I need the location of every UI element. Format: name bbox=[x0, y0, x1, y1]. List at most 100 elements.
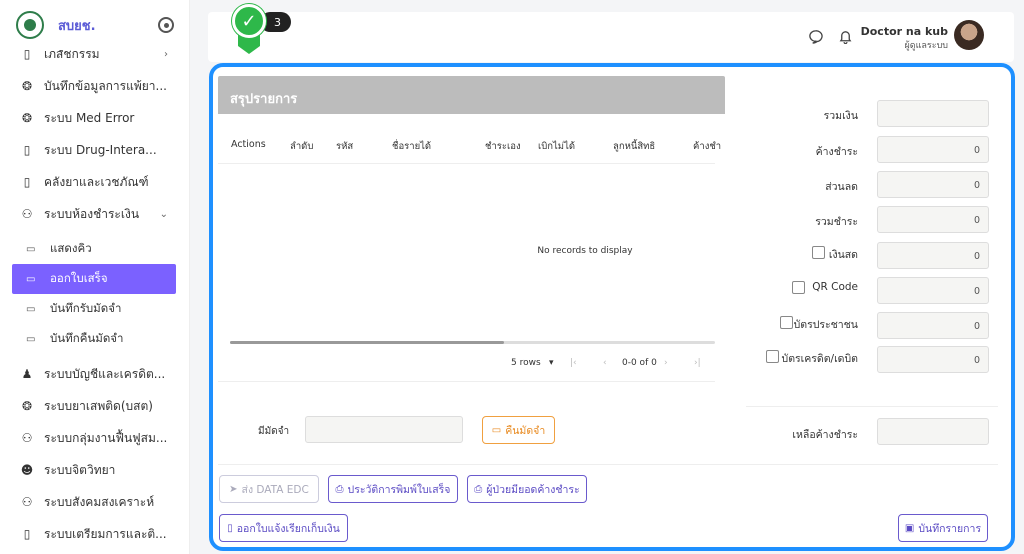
sidebar-subitem-issue-receipt[interactable]: ▭ ออกใบเสร็จ bbox=[12, 264, 176, 294]
deposit-label: มีมัดจำ bbox=[258, 426, 290, 437]
column-header[interactable]: รหัส bbox=[336, 139, 353, 154]
credit-field[interactable]: 0 bbox=[877, 346, 989, 373]
sidebar-subitem-label: แสดงคิว bbox=[50, 241, 92, 255]
sidebar-subitem-deposit-receive[interactable]: ▭ บันทึกรับมัดจำ bbox=[0, 294, 189, 324]
cash-field[interactable]: 0 bbox=[877, 242, 989, 269]
rows-per-page-select[interactable]: 5 rows bbox=[511, 358, 541, 368]
print-history-button[interactable]: ⎙ ประวัติการพิมพ์ใบเสร็จ bbox=[328, 475, 458, 503]
sidebar-menu: ▯ เภสัชกรรม › ❂ บันทึกข้อมูลการแพ้ยา... … bbox=[0, 38, 189, 550]
sidebar-subitem-deposit-return[interactable]: ▭ บันทึกคืนมัดจำ bbox=[0, 324, 189, 354]
brand-name: สบยช. bbox=[58, 18, 96, 34]
people-icon: ⚇ bbox=[21, 207, 33, 221]
remaining-label: เหลือค้างชำระ bbox=[792, 429, 858, 441]
remaining-field[interactable] bbox=[877, 418, 989, 445]
deposit-input[interactable] bbox=[305, 416, 463, 443]
sidebar-item-label: บันทึกข้อมูลการแพ้ยา... bbox=[44, 78, 167, 93]
column-header[interactable]: Actions bbox=[231, 139, 266, 150]
check-icon: ✓ bbox=[232, 4, 266, 38]
sidebar-item-psychology[interactable]: ☻ ระบบจิตวิทยา bbox=[0, 454, 189, 486]
document-icon: ▯ bbox=[227, 522, 233, 534]
idcard-field[interactable]: 0 bbox=[877, 312, 989, 339]
table-header: Actions ลำดับ รหัส ชื่อรายได้ ชำระเอง เบ… bbox=[218, 126, 721, 164]
total-paid-label: รวมชำระ bbox=[815, 216, 858, 228]
column-header[interactable]: ชำระเอง bbox=[485, 139, 521, 154]
head-icon: ☻ bbox=[20, 463, 34, 477]
next-page-icon[interactable]: › bbox=[664, 358, 668, 368]
sidebar-subitem-queue[interactable]: ▭ แสดงคิว bbox=[0, 234, 189, 264]
sidebar-item-social-work[interactable]: ⚇ ระบบสังคมสงเคราะห์ bbox=[0, 486, 189, 518]
hand-icon: ❂ bbox=[21, 79, 33, 93]
printer-icon: ⎙ bbox=[335, 483, 344, 495]
qr-field[interactable]: 0 bbox=[877, 277, 989, 304]
total-field[interactable] bbox=[877, 100, 989, 127]
sidebar-item-label: ระบบกลุ่มงานฟื้นฟูสม... bbox=[44, 430, 168, 445]
phone-icon: ▯ bbox=[23, 175, 31, 189]
caret-down-icon[interactable]: ▾ bbox=[549, 358, 554, 368]
phone-icon: ▯ bbox=[23, 143, 31, 157]
cash-label: เงินสด bbox=[828, 249, 858, 261]
divider bbox=[746, 406, 998, 407]
user-role: ผู้ดูแลระบบ bbox=[904, 41, 948, 51]
cash-checkbox[interactable] bbox=[812, 246, 825, 259]
first-page-icon[interactable]: |‹ bbox=[570, 358, 577, 368]
column-header[interactable]: ค้างชำ bbox=[693, 139, 721, 154]
credit-label: บัตรเครดิต/เดบิต bbox=[781, 353, 858, 365]
bell-icon[interactable] bbox=[837, 28, 853, 44]
monitor-icon: ▭ bbox=[26, 303, 36, 315]
avatar[interactable] bbox=[954, 20, 984, 50]
send-edc-button[interactable]: ➤ ส่ง DATA EDC bbox=[219, 475, 319, 503]
save-icon: ▣ bbox=[904, 522, 915, 534]
column-header[interactable]: เบิกไม่ได้ bbox=[538, 139, 575, 154]
sidebar-item-label: ระบบ Med Error bbox=[44, 110, 135, 125]
sidebar-item-med-error[interactable]: ❂ ระบบ Med Error bbox=[0, 102, 189, 134]
last-page-icon[interactable]: ›| bbox=[694, 358, 701, 368]
sidebar-item-inventory[interactable]: ▯ คลังยาและเวชภัณฑ์ bbox=[0, 166, 189, 198]
sidebar-item-rehab[interactable]: ⚇ ระบบกลุ่มงานฟื้นฟูสม... bbox=[0, 422, 189, 454]
total-paid-field[interactable]: 0 bbox=[877, 206, 989, 233]
outstanding-label: ค้างชำระ bbox=[815, 146, 858, 158]
sidebar-item-label: ระบบจิตวิทยา bbox=[44, 462, 116, 477]
qr-checkbox[interactable] bbox=[792, 281, 805, 294]
button-label: ผู้ป่วยมียอดค้างชำระ bbox=[486, 483, 580, 496]
column-header[interactable]: ลำดับ bbox=[290, 139, 313, 154]
sidebar-item-label: ระบบห้องชำระเงิน bbox=[44, 206, 140, 221]
sidebar: ▯ เภสัชกรรม › ❂ บันทึกข้อมูลการแพ้ยา... … bbox=[0, 0, 190, 554]
button-label: คืนมัดจำ bbox=[505, 424, 546, 437]
sidebar-item-cashier[interactable]: ⚇ ระบบห้องชำระเงิน ⌄ bbox=[0, 198, 189, 230]
sidebar-item-narcotics[interactable]: ❂ ระบบยาเสพติด(บสต) bbox=[0, 390, 189, 422]
sidebar-item-preparation[interactable]: ▯ ระบบเตรียมการและติ... bbox=[0, 518, 189, 550]
page-range: 0-0 of 0 bbox=[622, 358, 657, 368]
people-icon: ⚇ bbox=[21, 495, 33, 509]
send-icon: ➤ bbox=[229, 483, 238, 495]
return-deposit-button[interactable]: ▭ คืนมัดจำ bbox=[482, 416, 555, 444]
settings-icon[interactable] bbox=[158, 17, 174, 33]
discount-label: ส่วนลด bbox=[825, 181, 858, 193]
prev-page-icon[interactable]: ‹ bbox=[603, 358, 607, 368]
sidebar-item-accounting[interactable]: ♟ ระบบบัญชีและเครดิต... bbox=[0, 358, 189, 390]
sidebar-item-drug-interaction[interactable]: ▯ ระบบ Drug-Intera... bbox=[0, 134, 189, 166]
column-header[interactable]: ชื่อรายได้ bbox=[392, 139, 431, 154]
idcard-checkbox[interactable] bbox=[780, 316, 793, 329]
column-header[interactable]: ลูกหนี้สิทธิ bbox=[613, 139, 655, 154]
sidebar-subitem-label: บันทึกรับมัดจำ bbox=[50, 301, 122, 315]
save-button[interactable]: ▣ บันทึกรายการ bbox=[898, 514, 988, 542]
monitor-icon: ▭ bbox=[26, 243, 36, 255]
credit-checkbox[interactable] bbox=[766, 350, 779, 363]
sidebar-item-label: ระบบสังคมสงเคราะห์ bbox=[44, 494, 155, 509]
summary-title: สรุปรายการ bbox=[218, 76, 725, 114]
qr-label: QR Code bbox=[812, 281, 858, 293]
brand-header: สบยช. bbox=[0, 0, 189, 50]
button-label: ออกใบแจ้งเรียกเก็บเงิน bbox=[236, 522, 340, 535]
button-label: บันทึกรายการ bbox=[918, 522, 982, 535]
issue-invoice-button[interactable]: ▯ ออกใบแจ้งเรียกเก็บเงิน bbox=[219, 514, 348, 542]
sidebar-item-allergy[interactable]: ❂ บันทึกข้อมูลการแพ้ยา... bbox=[0, 70, 189, 102]
chevron-right-icon: › bbox=[164, 48, 168, 60]
chat-icon[interactable] bbox=[807, 28, 823, 44]
outstanding-field[interactable]: 0 bbox=[877, 136, 989, 163]
monitor-icon: ▭ bbox=[26, 273, 36, 285]
chevron-down-icon: ⌄ bbox=[159, 208, 168, 220]
outstanding-patients-button[interactable]: ⎙ ผู้ป่วยมียอดค้างชำระ bbox=[467, 475, 587, 503]
discount-field[interactable]: 0 bbox=[877, 171, 989, 198]
sidebar-item-label: ระบบบัญชีและเครดิต... bbox=[44, 366, 166, 381]
document-icon: ▯ bbox=[23, 527, 31, 541]
